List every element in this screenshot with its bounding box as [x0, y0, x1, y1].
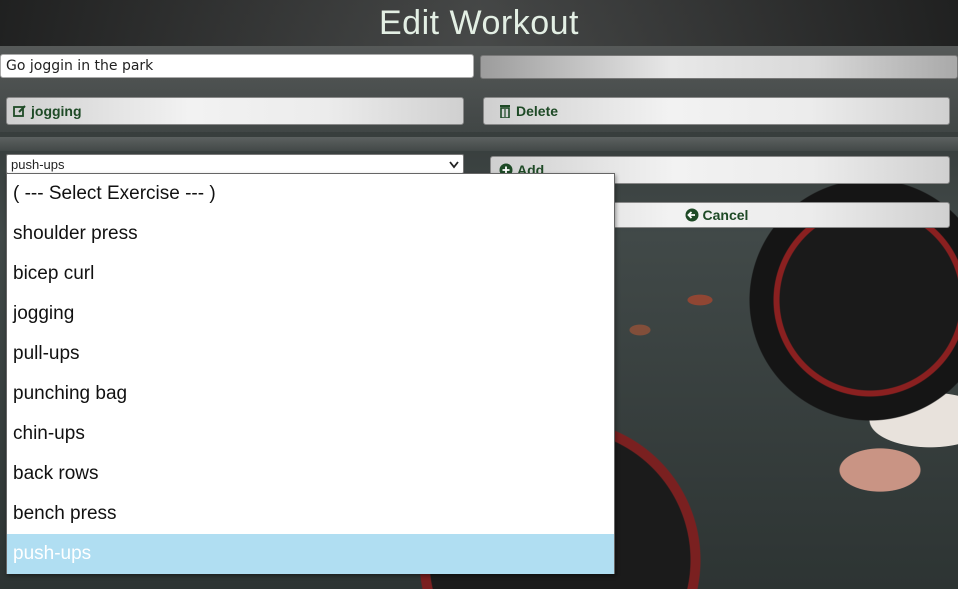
- exercise-dropdown-list: ( --- Select Exercise --- ) shoulder pre…: [6, 173, 615, 574]
- delete-button[interactable]: Delete: [483, 97, 950, 125]
- cancel-label: Cancel: [702, 207, 749, 223]
- dropdown-option[interactable]: chin-ups: [7, 414, 614, 454]
- exercise-select-value: push-ups: [11, 156, 65, 172]
- dropdown-option[interactable]: jogging: [7, 294, 614, 334]
- page-title: Edit Workout: [378, 3, 579, 42]
- dropdown-option[interactable]: bicep curl: [7, 254, 614, 294]
- workout-name-input[interactable]: Go joggin in the park: [0, 54, 474, 78]
- page-header: Edit Workout: [0, 0, 958, 46]
- dropdown-option[interactable]: bench press: [7, 494, 614, 534]
- dropdown-option[interactable]: shoulder press: [7, 214, 614, 254]
- dropdown-option[interactable]: back rows: [7, 454, 614, 494]
- exercise-button-label: jogging: [31, 103, 82, 119]
- workout-name-value: Go joggin in the park: [6, 58, 154, 74]
- dropdown-option[interactable]: punching bag: [7, 374, 614, 414]
- dropdown-option[interactable]: ( --- Select Exercise --- ): [7, 174, 614, 214]
- edit-icon: [13, 104, 27, 118]
- trash-icon: [498, 104, 512, 119]
- delete-label: Delete: [516, 103, 559, 119]
- exercise-button[interactable]: jogging: [6, 97, 464, 125]
- arrow-left-circle-icon: [685, 208, 699, 222]
- empty-field: [480, 55, 958, 79]
- exercise-select[interactable]: push-ups: [6, 154, 464, 174]
- dropdown-option[interactable]: pull-ups: [7, 334, 614, 374]
- dropdown-option-selected[interactable]: push-ups: [7, 534, 614, 574]
- divider-strip: [0, 137, 958, 151]
- chevron-down-icon: [449, 157, 459, 172]
